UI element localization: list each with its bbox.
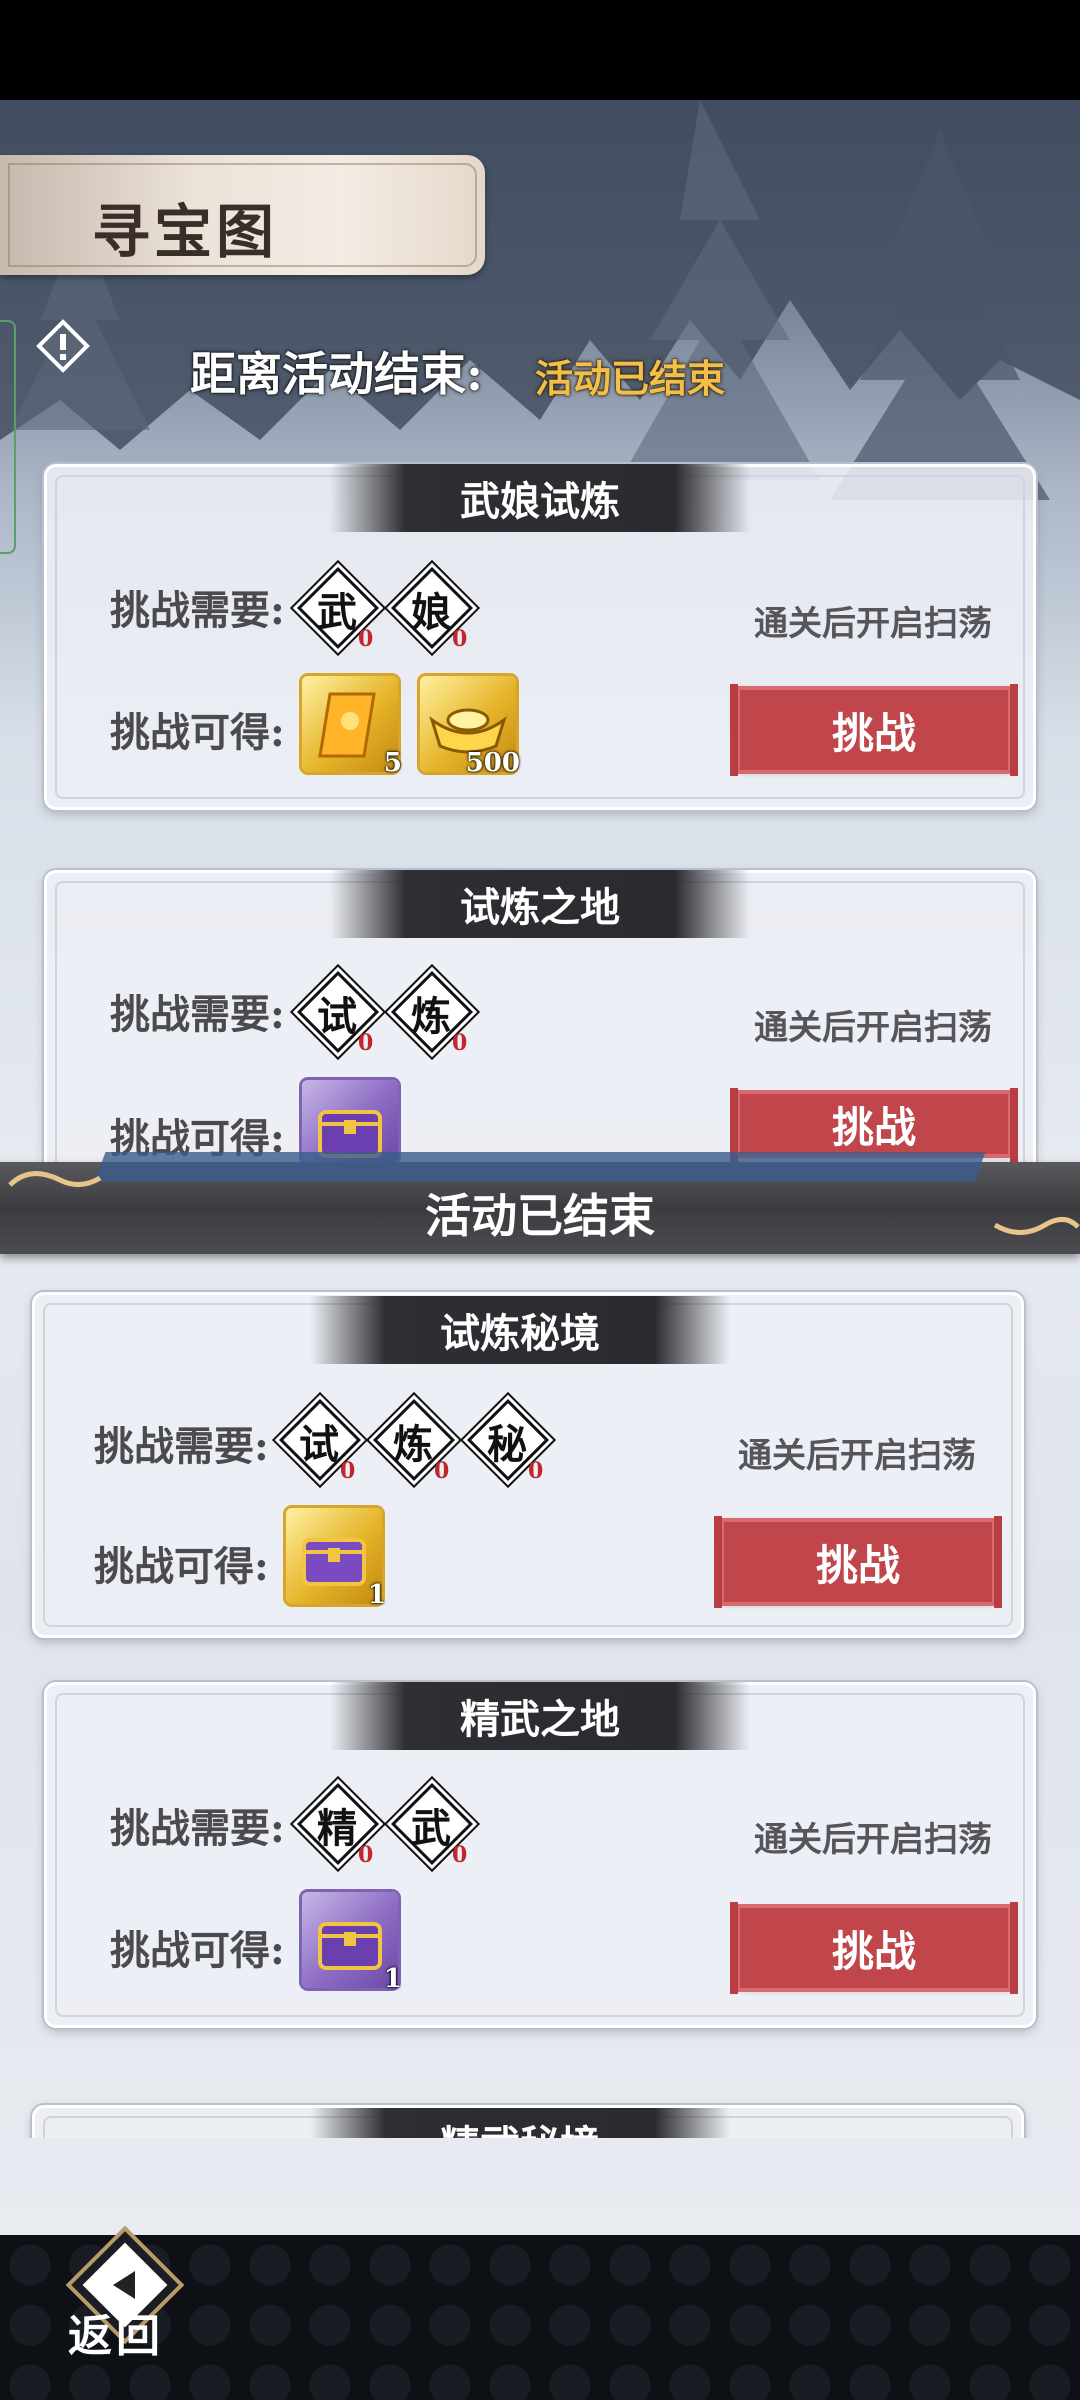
token-wu: 武0 — [390, 1782, 474, 1868]
sweep-hint: 通关后开启扫荡 — [754, 1008, 992, 1048]
side-tab-indicator — [0, 320, 16, 554]
page-title: 寻宝图 — [92, 198, 279, 266]
token-shi: 试0 — [296, 970, 380, 1056]
token-shi: 试0 — [278, 1398, 362, 1484]
reward-item[interactable]: 5 — [302, 676, 402, 778]
stage-title: 试炼秘境 — [310, 1296, 730, 1364]
stage-title: 精武之地 — [330, 1682, 750, 1750]
token-jing: 精0 — [296, 1782, 380, 1868]
challenge-button[interactable]: 挑战 — [730, 1902, 1018, 1994]
info-icon[interactable] — [35, 318, 91, 374]
countdown-value: 活动已结束 — [535, 356, 726, 401]
sweep-hint: 通关后开启扫荡 — [754, 1820, 992, 1860]
sweep-hint: 通关后开启扫荡 — [754, 604, 992, 644]
reward-item[interactable]: 500 — [420, 676, 520, 778]
require-label: 挑战需要: — [110, 587, 285, 634]
token-mi: 秘0 — [466, 1398, 550, 1484]
token-lian: 炼0 — [372, 1398, 456, 1484]
event-ended-text: 活动已结束 — [425, 1189, 655, 1243]
challenge-button[interactable]: 挑战 — [730, 684, 1018, 776]
require-label: 挑战需要: — [94, 1423, 269, 1470]
stage-title: 武娘试炼 — [330, 464, 750, 532]
countdown-label: 距离活动结束: — [190, 347, 483, 401]
sweep-hint: 通关后开启扫荡 — [738, 1436, 976, 1476]
reward-label: 挑战可得: — [110, 1927, 285, 1974]
stage-title: 试炼之地 — [330, 870, 750, 938]
reward-item[interactable] — [302, 1080, 398, 1162]
require-label: 挑战需要: — [110, 991, 285, 1038]
clipped-card-area: 精武秘境 — [0, 2090, 1080, 2138]
back-label: 返回 — [68, 2311, 164, 2362]
challenge-button[interactable]: 挑战 — [730, 1088, 1018, 1180]
reward-item[interactable]: 1 — [286, 1508, 386, 1610]
require-label: 挑战需要: — [110, 1805, 285, 1852]
reward-label: 挑战可得: — [94, 1543, 269, 1590]
reward-item[interactable]: 1 — [302, 1892, 402, 1994]
token-lian: 炼0 — [390, 970, 474, 1056]
reward-label: 挑战可得: — [110, 709, 285, 756]
challenge-button[interactable]: 挑战 — [714, 1516, 1002, 1608]
token-wu: 武0 — [296, 566, 380, 652]
stage-title: 精武秘境 — [310, 2108, 730, 2138]
token-niang: 娘0 — [390, 566, 474, 652]
